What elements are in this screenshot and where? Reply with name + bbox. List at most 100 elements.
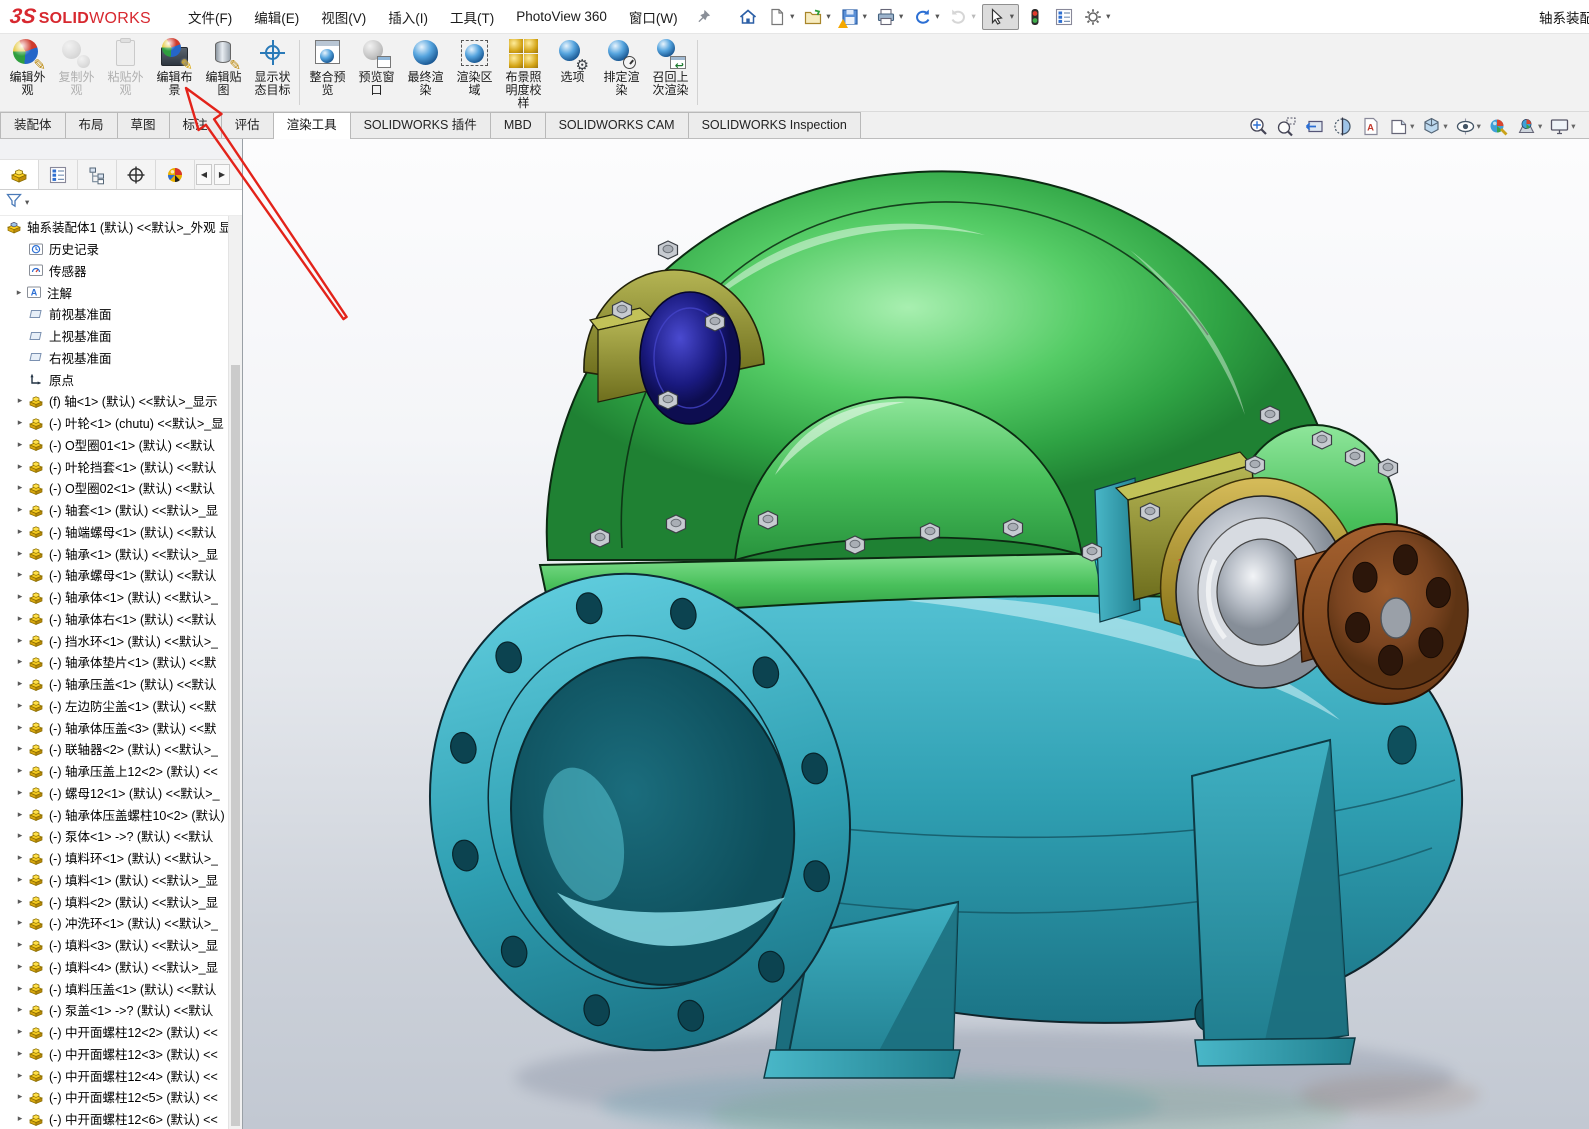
tree-expand-arrow[interactable]: ▸ <box>12 439 28 450</box>
filter-caret[interactable]: ▾ <box>25 197 29 208</box>
tree-item[interactable]: ▸ (-) 轴承<1> (默认) <<默认>_显 <box>0 542 228 564</box>
tree-item[interactable]: ▸ (-) 轴承体压盖螺柱10<2> (默认) <box>0 803 228 825</box>
options-button[interactable]: 选项 <box>548 35 597 110</box>
tree-item[interactable]: ▸ (-) 轴承体<1> (默认) <<默认>_ <box>0 586 228 608</box>
tree-expand-arrow[interactable]: ▸ <box>12 526 28 537</box>
tree-item[interactable]: 轴系装配体1 (默认) <<默认>_外观 显 <box>0 216 228 238</box>
tree-expand-arrow[interactable]: ▸ <box>12 1113 28 1124</box>
tree-expand-arrow[interactable]: ▸ <box>12 743 28 754</box>
open-button[interactable]: ▾ <box>800 5 833 29</box>
tree-expand-arrow[interactable]: ▸ <box>12 852 28 863</box>
tree-item[interactable]: ▸ (-) 螺母12<1> (默认) <<默认>_ <box>0 782 228 804</box>
apply-scene-button[interactable]: ▾ <box>1516 116 1542 137</box>
scene-illumination-proof-button[interactable]: 布景照明度校样 <box>499 35 548 110</box>
tree-expand-arrow[interactable]: ▸ <box>12 896 28 907</box>
menu-item-insert[interactable]: 插入(I) <box>377 0 439 33</box>
tree-item[interactable]: ▸ (-) 填料<2> (默认) <<默认>_显 <box>0 890 228 912</box>
recall-last-render-button[interactable]: 召回上次渲染 <box>646 35 695 110</box>
undo-caret[interactable]: ▾ <box>935 11 939 22</box>
tree-expand-arrow[interactable]: ▸ <box>12 656 28 667</box>
save-caret[interactable]: ▾ <box>863 11 867 22</box>
tree-expand-arrow[interactable]: ▸ <box>12 395 28 406</box>
tree-item[interactable]: ▸ (-) 轴承体压盖<3> (默认) <<默 <box>0 716 228 738</box>
tree-expand-arrow[interactable]: ▸ <box>12 765 28 776</box>
tree-item[interactable]: 前视基准面 <box>0 303 228 325</box>
tree-expand-arrow[interactable]: ▸ <box>12 830 28 841</box>
render-region-button[interactable]: 渲染区域 <box>450 35 499 110</box>
edit-appearance-viewport-button[interactable] <box>1488 116 1509 137</box>
tree-item[interactable]: ▸ (-) 填料<1> (默认) <<默认>_显 <box>0 869 228 891</box>
panel-tab-propertymanager[interactable] <box>39 160 78 189</box>
tree-item[interactable]: ▸ (f) 轴<1> (默认) <<默认>_显示 <box>0 390 228 412</box>
tree-expand-arrow[interactable]: ▸ <box>12 983 28 994</box>
display-state-target-button[interactable]: 显示状态目标 <box>248 35 297 110</box>
tab-markup[interactable]: 标注 <box>168 112 222 138</box>
view-settings-button[interactable]: ▾ <box>1549 116 1576 137</box>
menu-item-edit[interactable]: 编辑(E) <box>243 0 310 33</box>
tree-item[interactable]: ▸ (-) 中开面螺柱12<5> (默认) << <box>0 1086 228 1108</box>
integrated-preview-button[interactable]: 整合预览 <box>303 35 352 110</box>
tree-item[interactable]: ▸ (-) 填料环<1> (默认) <<默认>_ <box>0 847 228 869</box>
tree-item[interactable]: 原点 <box>0 368 228 390</box>
tree-expand-arrow[interactable]: ▸ <box>12 417 28 428</box>
options-gear-button[interactable]: ▾ <box>1080 5 1113 29</box>
tree-scrollbar-thumb[interactable] <box>231 365 240 1126</box>
tab-layout[interactable]: 布局 <box>64 112 118 138</box>
menu-item-view[interactable]: 视图(V) <box>310 0 377 33</box>
tree-item[interactable]: ▸ (-) 挡水环<1> (默认) <<默认>_ <box>0 629 228 651</box>
edit-scene-button[interactable]: 编辑布景 <box>150 35 199 110</box>
hide-show-items-caret[interactable]: ▾ <box>1477 121 1481 132</box>
tree-expand-arrow[interactable]: ▸ <box>12 1004 28 1015</box>
tree-item[interactable]: ▸ (-) 联轴器<2> (默认) <<默认>_ <box>0 738 228 760</box>
tree-item[interactable]: ▸ (-) 轴套<1> (默认) <<默认>_显 <box>0 499 228 521</box>
tree-expand-arrow[interactable]: ▸ <box>12 1026 28 1037</box>
tree-item[interactable]: ▸ (-) 泵体<1> ->? (默认) <<默认 <box>0 825 228 847</box>
hide-show-items-button[interactable]: ▾ <box>1455 116 1481 137</box>
tree-item[interactable]: ▸ (-) 叶轮挡套<1> (默认) <<默认 <box>0 455 228 477</box>
undo-button[interactable]: ▾ <box>909 5 942 29</box>
view-orientation-button[interactable]: ▾ <box>1388 116 1414 137</box>
tree-expand-arrow[interactable]: ▸ <box>12 1091 28 1102</box>
previous-view-button[interactable] <box>1304 116 1325 137</box>
tree-expand-arrow[interactable]: ▸ <box>12 482 28 493</box>
tab-solidworks-cam[interactable]: SOLIDWORKS CAM <box>544 112 689 138</box>
menu-pin-icon[interactable] <box>695 8 712 25</box>
tree-item[interactable]: ▸ (-) 轴承螺母<1> (默认) <<默认 <box>0 564 228 586</box>
menu-item-photoview-360[interactable]: PhotoView 360 <box>505 0 618 33</box>
display-style-caret[interactable]: ▾ <box>1443 121 1447 132</box>
apply-scene-caret[interactable]: ▾ <box>1538 121 1542 132</box>
panel-tab-displaymanager[interactable] <box>156 160 195 189</box>
tree-item[interactable]: 传感器 <box>0 260 228 282</box>
edit-appearance-button[interactable]: 编辑外观 <box>3 35 52 110</box>
preview-window-button[interactable]: 预览窗口 <box>352 35 401 110</box>
tree-expand-arrow[interactable]: ▸ <box>12 809 28 820</box>
tree-expand-arrow[interactable]: ▸ <box>12 504 28 515</box>
section-view-button[interactable] <box>1332 116 1353 137</box>
tree-expand-arrow[interactable]: ▸ <box>12 917 28 928</box>
display-style-button[interactable]: ▾ <box>1421 116 1448 137</box>
tree-item[interactable]: ▸ (-) 中开面螺柱12<3> (默认) << <box>0 1043 228 1065</box>
tree-item[interactable]: ▸ (-) 中开面螺柱12<2> (默认) << <box>0 1021 228 1043</box>
performance-evaluation-button[interactable] <box>1022 5 1048 29</box>
task-pane-list-button[interactable] <box>1051 5 1077 29</box>
panel-tabs-scroll-right[interactable]: ▶ <box>214 164 230 185</box>
tree-expand-arrow[interactable]: ▸ <box>12 678 28 689</box>
final-render-button[interactable]: 最终渲染 <box>401 35 450 110</box>
annotations-visibility-button[interactable]: A <box>1360 116 1381 137</box>
tree-item[interactable]: ▸ (-) O型圈01<1> (默认) <<默认 <box>0 434 228 456</box>
tree-expand-arrow[interactable]: ▸ <box>12 700 28 711</box>
tree-item[interactable]: ▸ (-) 冲洗环<1> (默认) <<默认>_ <box>0 912 228 934</box>
panel-tab-featuremanager-tree[interactable] <box>0 160 39 189</box>
tree-item[interactable]: ▸ A 注解 <box>0 281 228 303</box>
filter-funnel-icon[interactable] <box>5 191 23 214</box>
tree-item[interactable]: ▸ (-) 轴承压盖<1> (默认) <<默认 <box>0 673 228 695</box>
schedule-render-button[interactable]: 排定渲染 <box>597 35 646 110</box>
menu-item-tools[interactable]: 工具(T) <box>439 0 505 33</box>
tree-expand-arrow[interactable]: ▸ <box>12 961 28 972</box>
open-caret[interactable]: ▾ <box>826 11 830 22</box>
graphics-viewport[interactable] <box>243 139 1589 1129</box>
menu-item-file[interactable]: 文件(F) <box>177 0 243 33</box>
tree-scrollbar[interactable] <box>228 216 242 1129</box>
tree-expand-arrow[interactable]: ▸ <box>12 613 28 624</box>
tree-expand-arrow[interactable]: ▸ <box>12 591 28 602</box>
